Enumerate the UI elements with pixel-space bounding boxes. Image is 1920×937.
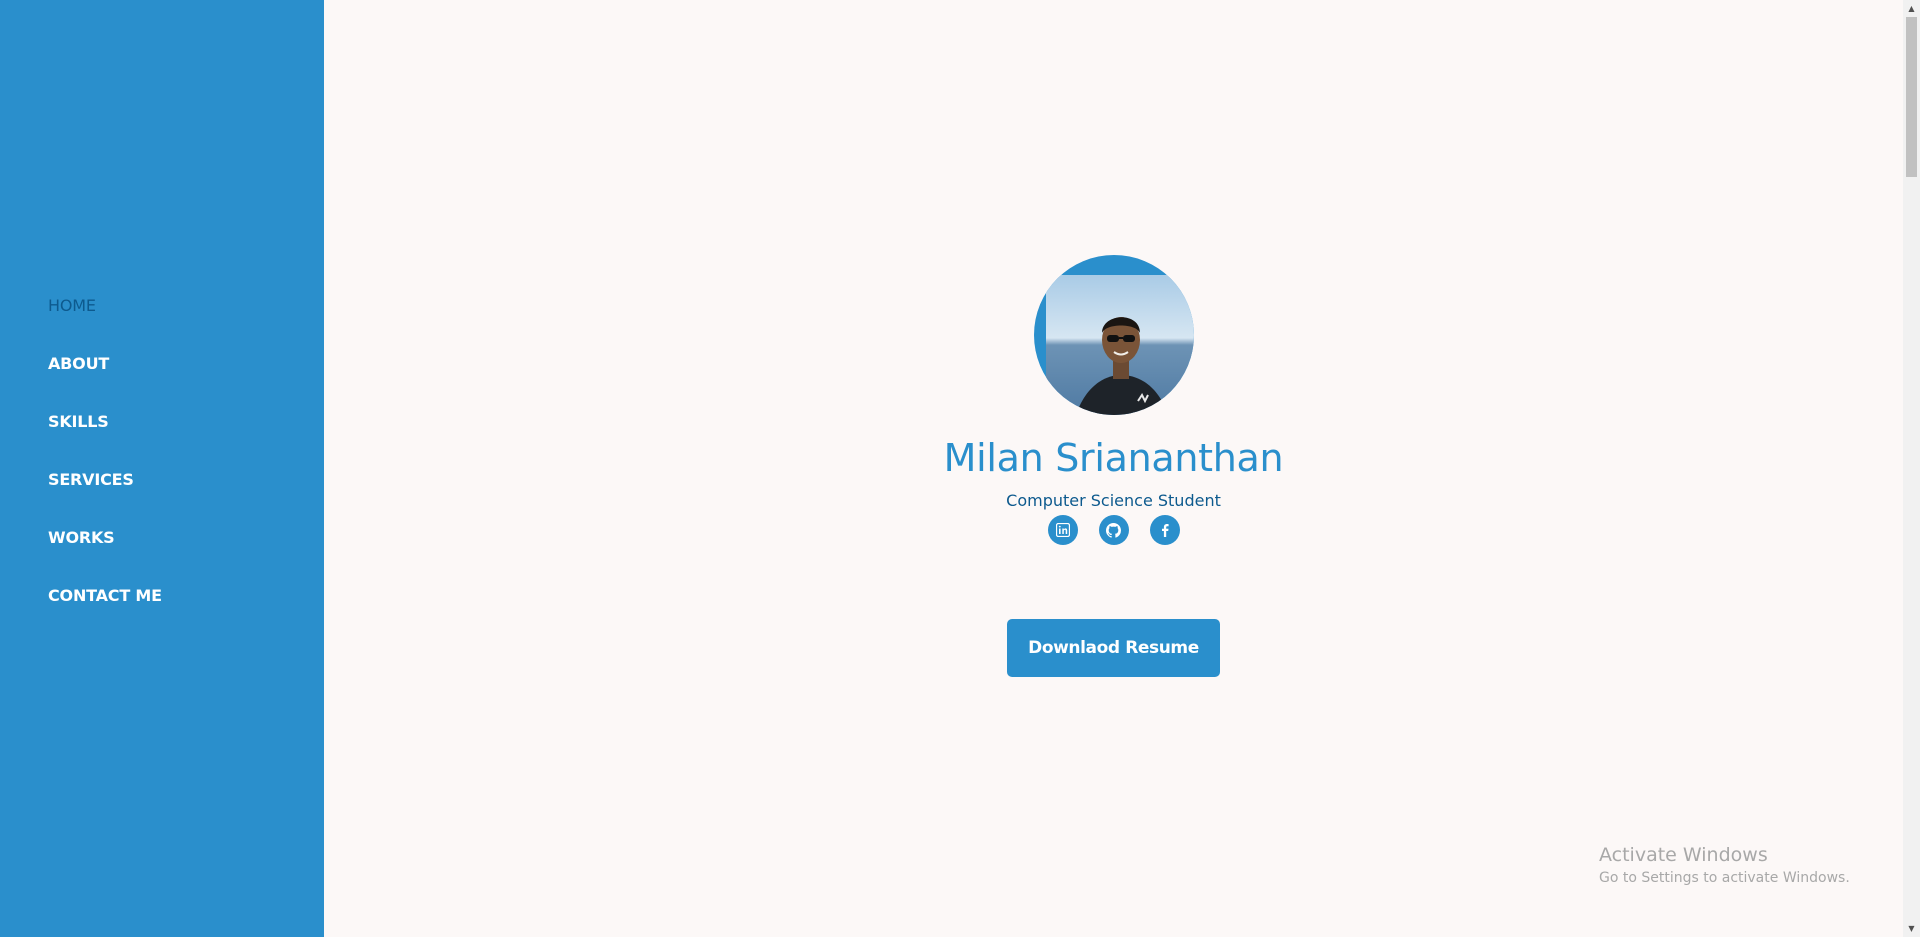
- profile-photo: [1045, 275, 1194, 415]
- hero-section: Milan Sriananthan Computer Science Stude…: [324, 255, 1903, 677]
- github-icon: [1106, 522, 1121, 538]
- linkedin-icon: [1055, 523, 1070, 537]
- profile-role: Computer Science Student: [1006, 491, 1221, 510]
- github-link[interactable]: [1098, 515, 1129, 545]
- sidebar: HOME ABOUT SKILLS SERVICES WORKS CONTACT…: [0, 0, 324, 937]
- nav-item-skills[interactable]: SKILLS: [48, 410, 109, 434]
- profile-name: Milan Sriananthan: [943, 436, 1284, 480]
- download-resume-button[interactable]: Downlaod Resume: [1007, 619, 1220, 677]
- nav-item-about[interactable]: ABOUT: [48, 352, 109, 376]
- profile-avatar: [1033, 255, 1194, 415]
- sidebar-nav: HOME ABOUT SKILLS SERVICES WORKS CONTACT…: [48, 294, 162, 642]
- linkedin-link[interactable]: [1047, 515, 1078, 545]
- vertical-scrollbar[interactable]: ▲ ▼: [1903, 0, 1920, 937]
- nav-item-services[interactable]: SERVICES: [48, 468, 134, 492]
- facebook-icon: [1161, 524, 1169, 537]
- scroll-up-icon[interactable]: ▲: [1903, 0, 1920, 17]
- main-content: Milan Sriananthan Computer Science Stude…: [324, 0, 1903, 937]
- activate-windows-watermark: Activate Windows Go to Settings to activ…: [1599, 843, 1850, 889]
- scroll-thumb[interactable]: [1906, 17, 1917, 177]
- nav-item-contact[interactable]: CONTACT ME: [48, 584, 162, 608]
- nav-item-home[interactable]: HOME: [48, 294, 96, 318]
- watermark-subtitle: Go to Settings to activate Windows.: [1599, 870, 1850, 886]
- watermark-title: Activate Windows: [1599, 844, 1768, 866]
- facebook-link[interactable]: [1149, 515, 1180, 545]
- social-links: [1047, 515, 1180, 545]
- nav-item-works[interactable]: WORKS: [48, 526, 115, 550]
- scroll-down-icon[interactable]: ▼: [1903, 920, 1920, 937]
